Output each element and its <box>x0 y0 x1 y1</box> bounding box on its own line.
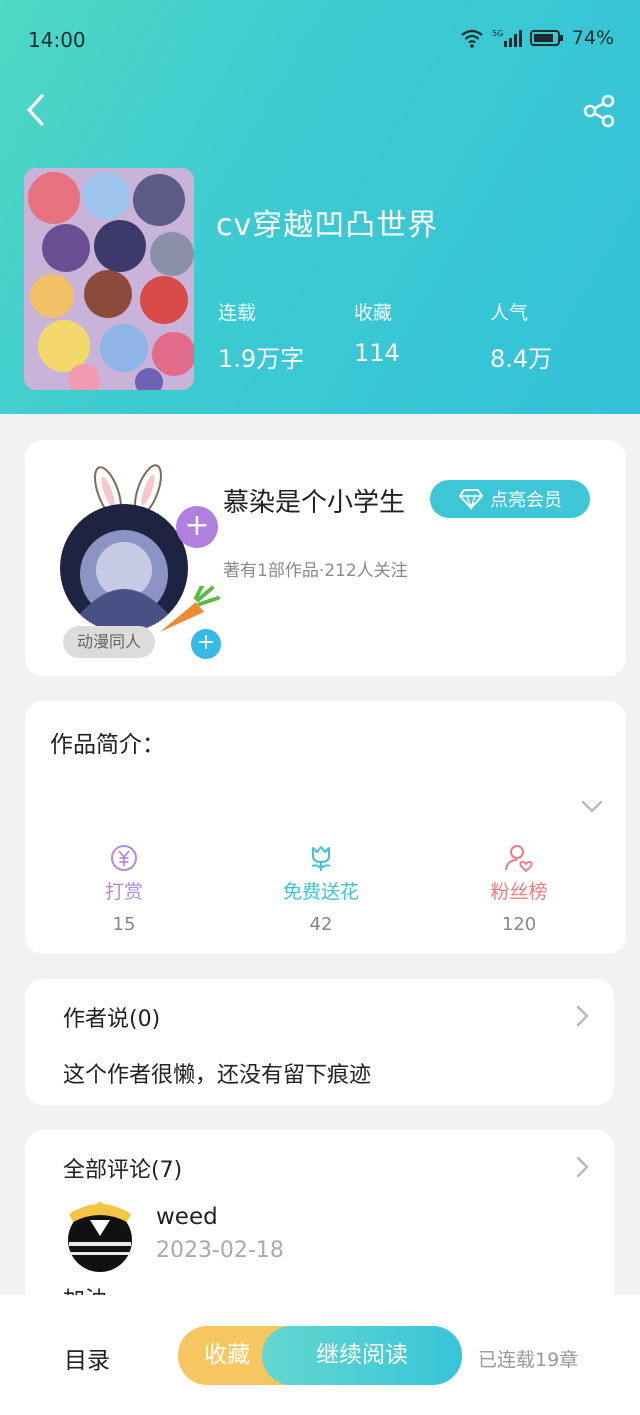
intro-title: 作品简介： <box>50 732 165 758</box>
continue-reading-button[interactable]: 继续阅读 <box>262 1326 462 1385</box>
follow-author-button[interactable]: + <box>176 506 218 548</box>
tip-count: 15 <box>112 914 136 935</box>
cover-artwork <box>24 168 194 390</box>
stat-serial: 连载 1.9万字 <box>218 298 304 374</box>
send-flower-button[interactable]: 免费送花 42 <box>251 843 391 935</box>
flower-count: 42 <box>309 914 333 935</box>
status-bar: 14:00 5G 74% <box>0 0 640 82</box>
author-name[interactable]: 慕染是个小学生 <box>223 482 405 519</box>
flower-icon <box>311 846 331 871</box>
stat-favorites: 收藏 114 <box>354 298 400 367</box>
stat-value: 8.4万 <box>490 345 553 373</box>
chevron-right-icon[interactable] <box>571 1154 593 1180</box>
comment-date: 2023-02-18 <box>156 1238 284 1263</box>
svg-text:5G: 5G <box>492 29 503 38</box>
fan-rank-count: 120 <box>501 914 537 935</box>
back-button[interactable] <box>20 90 60 130</box>
commenter-avatar[interactable] <box>63 1198 137 1272</box>
author-says-text: 这个作者很懒，还没有留下痕迹 <box>63 1063 372 1088</box>
fan-user-heart-icon <box>505 845 533 873</box>
carrot-decoration <box>160 586 220 632</box>
wifi-icon <box>461 29 483 48</box>
commenter-name[interactable]: weed <box>156 1204 218 1230</box>
share-button[interactable] <box>580 92 620 132</box>
author-card: + 慕染是个小学生 点亮会员 著有1部作品·212人关注 动漫同人 + <box>25 440 626 676</box>
vip-button[interactable]: 点亮会员 <box>430 480 590 518</box>
battery-percent: 74% <box>571 27 614 49</box>
comments-title[interactable]: 全部评论(7) <box>63 1152 182 1184</box>
battery-icon <box>529 30 563 46</box>
chevron-right-icon <box>576 1005 589 1027</box>
chapter-count: 已连载19章 <box>478 1349 579 1371</box>
book-header: 14:00 5G 74% cv穿越凹凸世界 连载 1.9万字 收藏 114 人气… <box>0 0 640 414</box>
author-says-card[interactable]: 作者说(0) 这个作者很懒，还没有留下痕迹 <box>25 979 614 1105</box>
tip-label: 打赏 <box>104 881 143 903</box>
expand-intro-button[interactable] <box>579 793 605 819</box>
yuan-coin-icon <box>111 845 137 871</box>
diamond-icon <box>459 489 483 510</box>
tip-button[interactable]: 打赏 15 <box>54 843 194 935</box>
genre-tag[interactable]: 动漫同人 <box>63 626 156 658</box>
author-says-title: 作者说(0) <box>63 1007 161 1032</box>
book-title: cv穿越凹凸世界 <box>216 208 439 243</box>
status-time: 14:00 <box>28 28 86 52</box>
author-meta: 著有1部作品·212人关注 <box>223 561 408 581</box>
stat-label: 人气 <box>490 302 529 324</box>
status-icons: 5G 74% <box>460 27 614 49</box>
table-of-contents-button[interactable]: 目录 <box>64 1341 110 1375</box>
share-icon <box>583 94 615 128</box>
chevron-left-icon <box>27 94 44 126</box>
stat-label: 收藏 <box>354 302 393 324</box>
book-cover-image[interactable] <box>24 168 194 390</box>
stat-popularity: 人气 8.4万 <box>490 298 552 374</box>
flower-label: 免费送花 <box>282 881 359 903</box>
stat-label: 连载 <box>218 302 257 324</box>
stat-value: 114 <box>354 339 400 367</box>
add-tag-button[interactable]: + <box>191 629 221 659</box>
chevron-down-icon <box>581 800 603 813</box>
stat-value: 1.9万字 <box>218 345 305 373</box>
fan-rank-label: 粉丝榜 <box>490 881 548 903</box>
signal-5g-icon: 5G <box>492 29 522 47</box>
author-avatar-wrap[interactable]: + <box>60 462 220 632</box>
vip-button-label: 点亮会员 <box>490 490 562 511</box>
fan-rank-button[interactable]: 粉丝榜 120 <box>449 843 589 935</box>
intro-card: 作品简介： 打赏 15 免费送花 42 粉丝榜 120 <box>25 701 626 954</box>
bottom-action-bar: 目录 收藏 继续阅读 已连载19章 <box>0 1295 640 1415</box>
